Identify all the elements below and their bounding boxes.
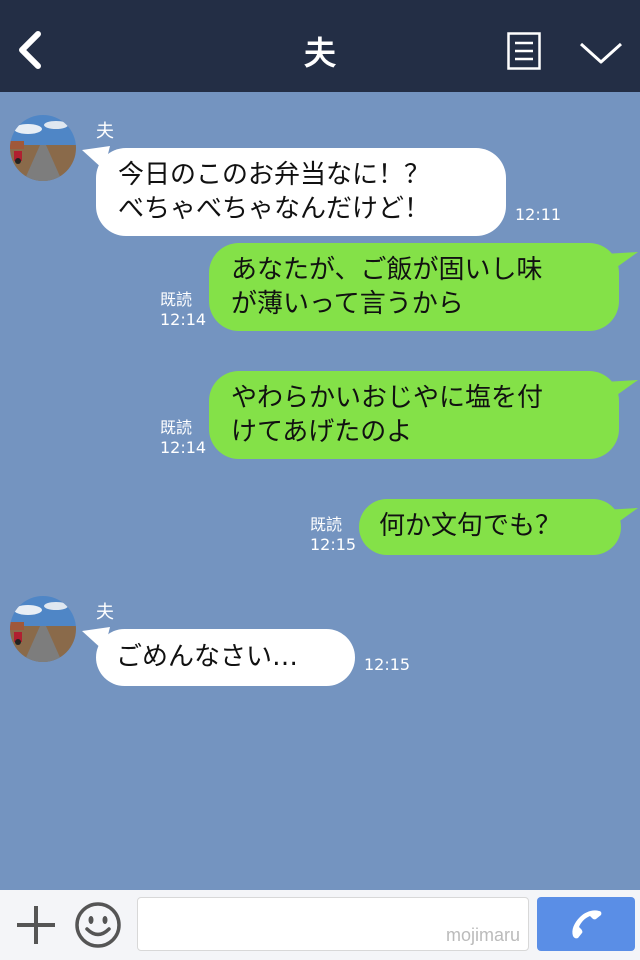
message-bubble[interactable]: 今日のこのお弁当なに！？ べちゃべちゃなんだけど！ bbox=[96, 148, 506, 236]
menu-button[interactable] bbox=[578, 38, 624, 68]
emoji-button[interactable] bbox=[73, 900, 123, 950]
message-bubble[interactable]: 何か文句でも？ bbox=[359, 499, 621, 555]
message-text: ごめんなさい… bbox=[116, 642, 299, 672]
message-time: 12:15 bbox=[310, 535, 357, 554]
plus-icon bbox=[17, 906, 55, 944]
chevron-down-icon bbox=[579, 42, 623, 64]
sender-name: 夫 bbox=[96, 602, 114, 623]
message-time: 12:11 bbox=[515, 205, 562, 224]
watermark: mojimaru bbox=[445, 925, 520, 945]
notes-button[interactable] bbox=[507, 32, 541, 70]
message-meta: 既読 12:15 bbox=[310, 515, 356, 555]
message-text: 何か文句でも？ bbox=[379, 511, 562, 541]
message-bubble[interactable]: ごめんなさい… bbox=[96, 629, 355, 686]
bubble-tail bbox=[604, 380, 638, 400]
message-meta: 既読 12:14 bbox=[160, 418, 206, 458]
sender-name: 夫 bbox=[96, 121, 114, 142]
message-bubble[interactable]: やわらかいおじやに塩を付 けてあげたのよ bbox=[209, 371, 619, 459]
plus-button[interactable] bbox=[14, 903, 58, 947]
bubble-tail bbox=[604, 252, 638, 272]
message-time: 12:14 bbox=[160, 310, 207, 329]
call-button[interactable] bbox=[537, 897, 635, 951]
message-input[interactable]: mojimaru bbox=[137, 897, 529, 951]
message-meta: 既読 12:14 bbox=[160, 290, 206, 330]
chat-header: 夫 bbox=[0, 0, 640, 92]
message-text: やわらかいおじやに塩を付 けてあげたのよ bbox=[231, 383, 544, 447]
avatar[interactable] bbox=[10, 596, 76, 662]
chat-title: 夫 bbox=[303, 34, 336, 72]
message-bubble[interactable]: あなたが、ご飯が固いし味 が薄いって言うから bbox=[209, 243, 619, 331]
notes-icon bbox=[507, 32, 541, 70]
avatar[interactable] bbox=[10, 115, 76, 181]
message-text: 今日のこのお弁当なに！？ べちゃべちゃなんだけど！ bbox=[118, 160, 431, 224]
phone-icon bbox=[572, 910, 602, 939]
read-receipt: 既読 bbox=[310, 515, 343, 534]
read-receipt: 既読 bbox=[160, 418, 193, 437]
emoji-icon bbox=[75, 902, 121, 948]
message-time: 12:14 bbox=[160, 438, 207, 457]
bubble-tail bbox=[604, 508, 638, 528]
message-text: あなたが、ご飯が固いし味 が薄いって言うから bbox=[231, 255, 543, 319]
message-time: 12:15 bbox=[364, 655, 411, 674]
read-receipt: 既読 bbox=[160, 290, 193, 309]
